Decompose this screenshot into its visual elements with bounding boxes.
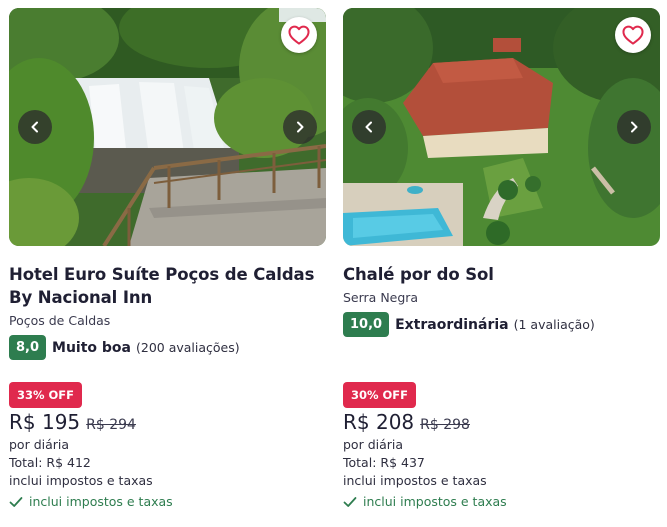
hotel-city: Serra Negra (343, 290, 419, 305)
rating-score-badge: 8,0 (9, 335, 47, 360)
total-price: Total: R$ 412 (9, 455, 91, 470)
chevron-left-icon (31, 121, 38, 133)
original-price: R$ 294 (86, 417, 136, 433)
waterfall-photo (9, 8, 326, 246)
hotel-photo-waterfall[interactable] (9, 8, 326, 246)
favorite-button[interactable] (615, 17, 651, 53)
per-night-label: por diária (343, 437, 404, 452)
taxes-included-label: inclui impostos e taxas (363, 494, 507, 509)
hotel-name[interactable]: Hotel Euro Suíte Poços de Caldas By Naci… (9, 263, 326, 309)
rating-row: 10,0 Extraordinária (1 avaliação) (343, 312, 660, 337)
hotel-card[interactable]: Chalé por do Sol Serra Negra 10,0 Extrao… (343, 8, 660, 509)
previous-photo-button[interactable] (18, 110, 52, 144)
chalet-photo (343, 8, 660, 246)
previous-photo-button[interactable] (352, 110, 386, 144)
favorite-button[interactable] (281, 17, 317, 53)
discount-badge: 33% OFF (9, 382, 83, 408)
chevron-right-icon (297, 121, 304, 133)
next-photo-button[interactable] (283, 110, 317, 144)
price-row: R$ 195 R$ 294 (9, 410, 136, 434)
rating-count: (200 avaliações) (136, 340, 240, 355)
rating-count: (1 avaliação) (513, 317, 595, 332)
rating-row: 8,0 Muito boa (200 avaliações) (9, 335, 326, 360)
price-row: R$ 208 R$ 298 (343, 410, 470, 434)
check-icon (9, 496, 23, 507)
current-price: R$ 208 (343, 410, 415, 434)
per-night-label: por diária (9, 437, 70, 452)
hotel-cards: Hotel Euro Suíte Poços de Caldas By Naci… (0, 0, 667, 527)
hotel-card[interactable]: Hotel Euro Suíte Poços de Caldas By Naci… (9, 8, 326, 509)
taxes-included-row: inclui impostos e taxas (343, 494, 507, 509)
taxes-included-label: inclui impostos e taxas (29, 494, 173, 509)
heart-icon (622, 25, 644, 45)
rating-label: Extraordinária (395, 316, 509, 333)
heart-icon (288, 25, 310, 45)
check-icon (343, 496, 357, 507)
hotel-name[interactable]: Chalé por do Sol (343, 263, 660, 286)
rating-label: Muito boa (52, 339, 131, 356)
original-price: R$ 298 (420, 417, 470, 433)
chevron-left-icon (365, 121, 372, 133)
discount-badge: 30% OFF (343, 382, 417, 408)
taxes-note: inclui impostos e taxas (9, 473, 153, 488)
chevron-right-icon (631, 121, 638, 133)
rating-score-badge: 10,0 (343, 312, 390, 337)
next-photo-button[interactable] (617, 110, 651, 144)
current-price: R$ 195 (9, 410, 81, 434)
hotel-photo-chalet[interactable] (343, 8, 660, 246)
taxes-note: inclui impostos e taxas (343, 473, 487, 488)
taxes-included-row: inclui impostos e taxas (9, 494, 173, 509)
hotel-city: Poços de Caldas (9, 313, 111, 328)
total-price: Total: R$ 437 (343, 455, 425, 470)
